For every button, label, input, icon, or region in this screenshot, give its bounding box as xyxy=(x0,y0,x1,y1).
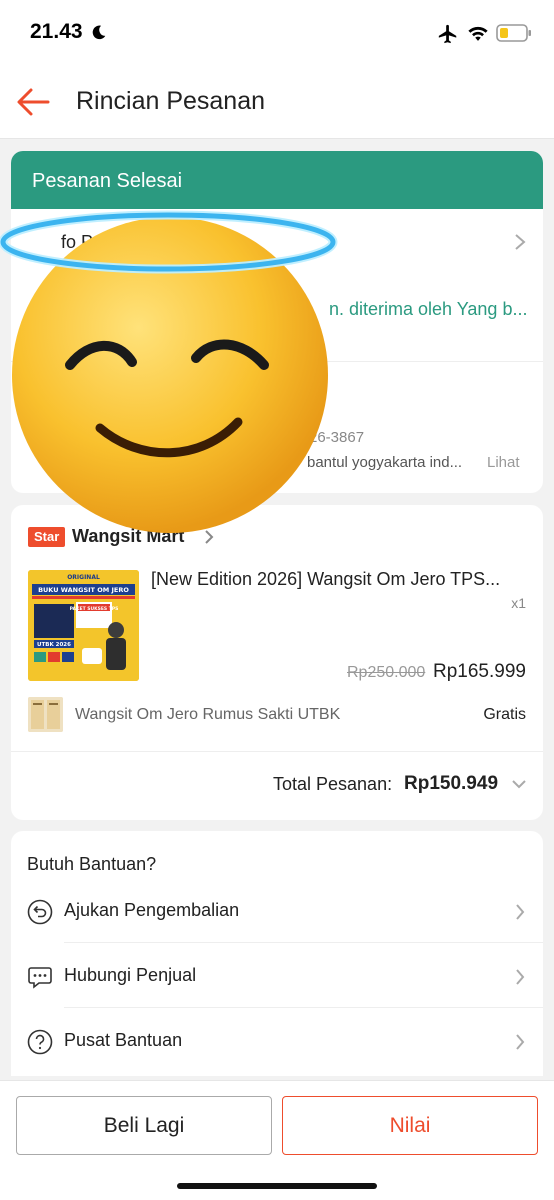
chevron-right-icon xyxy=(515,234,526,250)
help-card: Butuh Bantuan? Ajukan Pengembalian Hubun… xyxy=(11,831,543,1076)
product-image[interactable]: ORIGINAL BUKU WANGSIT OM JERO UTBK 2026 … xyxy=(28,570,139,681)
rate-button[interactable]: Nilai xyxy=(282,1096,538,1155)
help-item-label: Pusat Bantuan xyxy=(64,1030,183,1050)
product-image-text: UTBK 2026 xyxy=(37,642,71,648)
chevron-right-icon xyxy=(516,1034,525,1050)
help-item-help-center[interactable]: Pusat Bantuan xyxy=(11,1009,543,1073)
page-title: Rincian Pesanan xyxy=(76,87,266,115)
help-item-label: Hubungi Penjual xyxy=(64,965,197,985)
bonus-product-image xyxy=(28,697,63,732)
home-indicator xyxy=(177,1183,377,1189)
divider xyxy=(11,751,543,752)
help-item-label: Ajukan Pengembalian xyxy=(64,900,240,920)
battery-icon xyxy=(496,24,531,42)
status-time: 21.43 xyxy=(30,20,83,43)
buy-again-button[interactable]: Beli Lagi xyxy=(16,1096,272,1155)
chevron-right-icon xyxy=(516,904,525,920)
chevron-right-icon[interactable] xyxy=(204,529,214,545)
original-price: Rp250.000 xyxy=(347,664,426,681)
shipping-status-text: n. diterima oleh Yang b... xyxy=(329,299,528,319)
shop-name[interactable]: Wangsit Mart xyxy=(72,526,184,547)
address-text: bantul yogyakarta ind... xyxy=(307,454,463,471)
divider xyxy=(64,1007,543,1008)
product-quantity: x1 xyxy=(511,595,526,611)
product-name[interactable]: [New Edition 2026] Wangsit Om Jero TPS..… xyxy=(151,569,529,590)
order-status-banner: Pesanan Selesai xyxy=(11,151,543,209)
star-seller-badge: Star xyxy=(28,527,66,547)
product-image-text: PAKET SUKSES TPS xyxy=(70,606,119,612)
address-see-more-link[interactable]: Lihat xyxy=(487,454,520,471)
divider xyxy=(64,942,543,943)
bonus-product-price: Gratis xyxy=(483,706,526,723)
airplane-icon xyxy=(438,24,457,44)
product-card: Star Wangsit Mart ORIGINAL BUKU WANGSIT … xyxy=(11,505,543,820)
chevron-down-icon[interactable] xyxy=(511,778,527,790)
chat-icon xyxy=(28,967,52,989)
wifi-icon xyxy=(468,26,488,41)
product-image-text: BUKU WANGSIT OM JERO xyxy=(38,586,129,594)
help-item-return[interactable]: Ajukan Pengembalian xyxy=(11,879,543,943)
app-header: Rincian Pesanan xyxy=(0,66,554,139)
back-arrow-icon[interactable] xyxy=(14,84,52,120)
product-image-text: ORIGINAL xyxy=(67,574,100,581)
divider xyxy=(11,361,543,362)
help-title: Butuh Bantuan? xyxy=(27,854,157,874)
status-bar: 21.43 xyxy=(0,0,554,66)
order-status-text: Pesanan Selesai xyxy=(32,170,183,192)
shipping-info-row[interactable]: fo Pe n. diterima oleh Yang b... xyxy=(11,209,543,361)
order-status-card: Pesanan Selesai fo Pe n. diterima oleh Y… xyxy=(11,151,543,493)
shipping-info-title: fo Pe xyxy=(61,232,104,252)
bottom-action-bar: Beli Lagi Nilai xyxy=(0,1080,554,1200)
chevron-right-icon xyxy=(516,969,525,985)
bonus-product-name: Wangsit Om Jero Rumus Sakti UTBK xyxy=(75,706,341,723)
return-icon xyxy=(27,899,53,925)
product-price: Rp165.999 xyxy=(433,661,526,682)
moon-icon xyxy=(92,25,106,40)
order-total-label: Total Pesanan: xyxy=(273,774,393,794)
address-phone: 26-3867 xyxy=(309,429,365,446)
question-icon xyxy=(27,1029,53,1055)
help-item-chat-seller[interactable]: Hubungi Penjual xyxy=(11,944,543,1008)
order-total-value: Rp150.949 xyxy=(404,773,499,794)
